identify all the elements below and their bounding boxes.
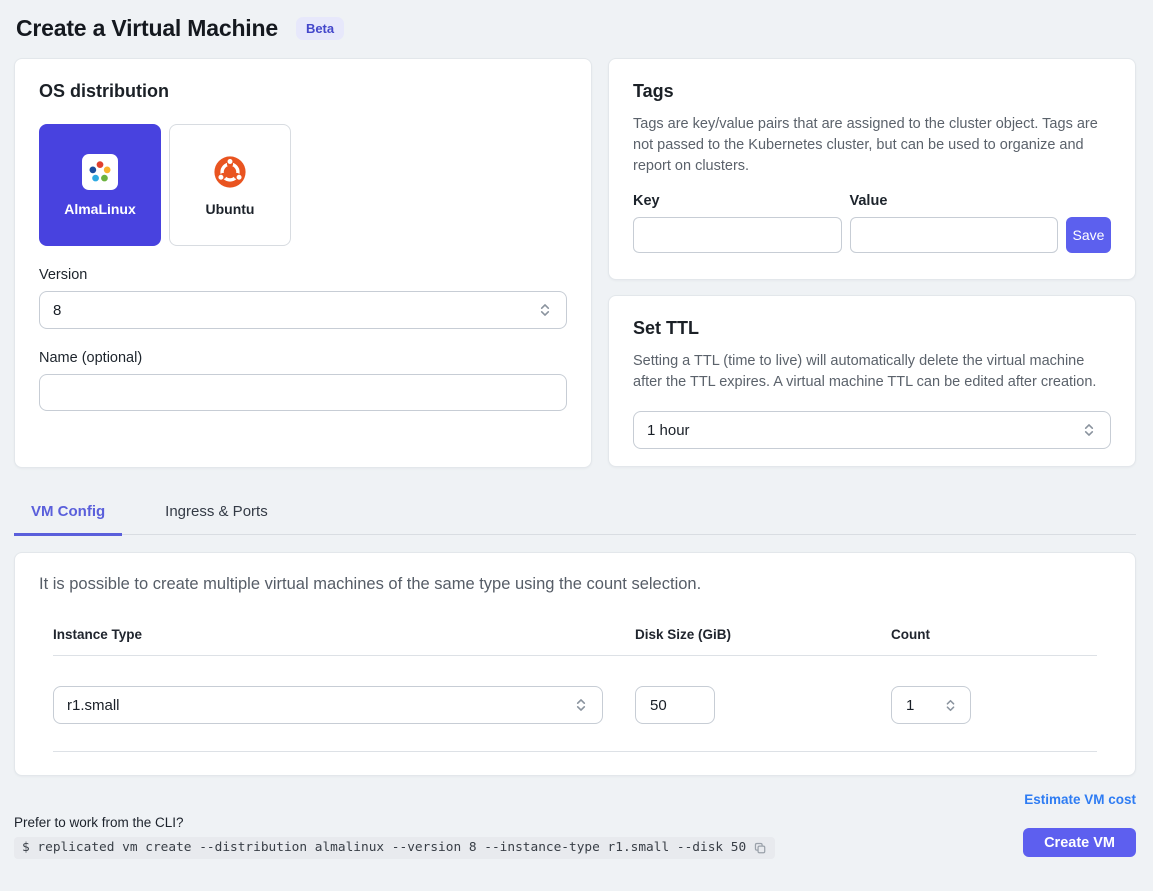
tab-ingress-ports[interactable]: Ingress & Ports <box>148 494 285 534</box>
count-value: 1 <box>906 697 914 714</box>
cli-command-bar: $ replicated vm create --distribution al… <box>14 837 775 859</box>
os-tile-label: AlmaLinux <box>64 201 136 217</box>
version-select[interactable]: 8 <box>39 291 567 329</box>
tab-bar: VM Config Ingress & Ports <box>14 494 1136 535</box>
almalinux-logo-icon <box>82 154 118 190</box>
ttl-select[interactable]: 1 hour <box>633 411 1111 449</box>
set-ttl-card: Set TTL Setting a TTL (time to live) wil… <box>608 295 1136 467</box>
count-stepper[interactable]: 1 <box>891 686 971 724</box>
os-distribution-card: OS distribution AlmaLinux <box>14 58 592 468</box>
chevron-updown-icon <box>537 302 553 318</box>
name-label: Name (optional) <box>39 350 567 366</box>
tags-card-title: Tags <box>633 81 1111 102</box>
os-card-title: OS distribution <box>39 81 567 102</box>
ttl-card-title: Set TTL <box>633 318 1111 339</box>
vm-config-intro: It is possible to create multiple virtua… <box>39 575 1111 594</box>
divider <box>53 751 1097 752</box>
os-tile-label: Ubuntu <box>206 201 255 217</box>
tab-vm-config[interactable]: VM Config <box>14 494 122 536</box>
column-disk-size: Disk Size (GiB) <box>635 627 891 642</box>
column-instance-type: Instance Type <box>53 627 635 642</box>
name-input[interactable] <box>39 374 567 411</box>
page-header: Create a Virtual Machine Beta <box>14 0 1136 58</box>
tag-value-input[interactable] <box>850 217 1059 253</box>
tags-card: Tags Tags are key/value pairs that are a… <box>608 58 1136 280</box>
tag-row: Key Value Save <box>633 193 1111 253</box>
beta-badge: Beta <box>296 17 344 40</box>
version-select-value: 8 <box>53 302 61 319</box>
instance-type-select[interactable]: r1.small <box>53 686 603 724</box>
vm-config-card: It is possible to create multiple virtua… <box>14 552 1136 776</box>
right-column: Tags Tags are key/value pairs that are a… <box>608 58 1136 468</box>
column-count: Count <box>891 627 1097 642</box>
tag-key-label: Key <box>633 193 842 209</box>
os-tiles: AlmaLinux <box>39 124 567 246</box>
estimate-row: Estimate VM cost <box>14 791 1136 809</box>
cli-command-text: $ replicated vm create --distribution al… <box>22 840 746 855</box>
estimate-vm-cost-link[interactable]: Estimate VM cost <box>1024 792 1136 807</box>
tag-value-label: Value <box>850 193 1059 209</box>
tag-value-field: Value <box>850 193 1059 253</box>
create-vm-button[interactable]: Create VM <box>1023 828 1136 857</box>
os-tile-almalinux[interactable]: AlmaLinux <box>39 124 161 246</box>
save-tag-button[interactable]: Save <box>1066 217 1111 253</box>
tags-description: Tags are key/value pairs that are assign… <box>633 114 1111 177</box>
ttl-select-value: 1 hour <box>647 422 690 439</box>
cli-label: Prefer to work from the CLI? <box>14 815 775 830</box>
ttl-description: Setting a TTL (time to live) will automa… <box>633 351 1111 393</box>
chevron-updown-icon <box>943 698 958 713</box>
create-vm-page: Create a Virtual Machine Beta OS distrib… <box>0 0 1153 859</box>
page-title: Create a Virtual Machine <box>16 15 278 42</box>
footer-bottom-row: Prefer to work from the CLI? $ replicate… <box>14 815 1136 859</box>
instance-type-value: r1.small <box>67 697 120 714</box>
vm-table: Instance Type Disk Size (GiB) Count r1.s… <box>39 627 1111 752</box>
ubuntu-logo-icon <box>212 154 248 190</box>
chevron-updown-icon <box>573 697 589 713</box>
top-grid: OS distribution AlmaLinux <box>14 58 1136 468</box>
copy-icon[interactable] <box>753 841 767 855</box>
tag-key-input[interactable] <box>633 217 842 253</box>
disk-size-input[interactable] <box>635 686 715 724</box>
vm-table-header: Instance Type Disk Size (GiB) Count <box>53 627 1097 642</box>
cli-block: Prefer to work from the CLI? $ replicate… <box>14 815 775 859</box>
tag-key-field: Key <box>633 193 842 253</box>
vm-config-row: r1.small 1 <box>53 656 1097 751</box>
version-label: Version <box>39 267 567 283</box>
os-tile-ubuntu[interactable]: Ubuntu <box>169 124 291 246</box>
chevron-updown-icon <box>1081 422 1097 438</box>
